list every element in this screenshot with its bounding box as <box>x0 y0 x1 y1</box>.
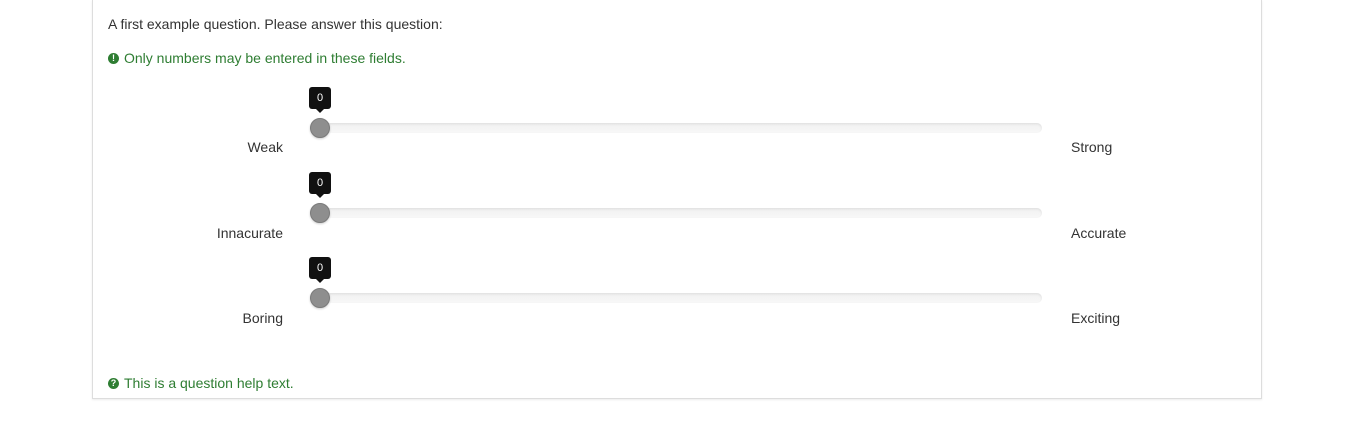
slider-right-label: Exciting <box>1071 310 1121 326</box>
slider-handle[interactable] <box>310 203 330 223</box>
validation-tip: ! Only numbers may be entered in these f… <box>108 50 406 66</box>
slider-left-label: Boring <box>242 310 283 326</box>
slider-handle[interactable] <box>310 288 330 308</box>
validation-tip-text: Only numbers may be entered in these fie… <box>124 50 406 66</box>
slider-right-label: Strong <box>1071 139 1113 155</box>
slider-value-tooltip: 0 <box>309 257 331 283</box>
slider-row-3: Boring 0 Exciting <box>93 254 1261 334</box>
help-tip: ? This is a question help text. <box>108 375 294 391</box>
slider-track[interactable]: 0 <box>309 172 1042 223</box>
slider-right-label: Accurate <box>1071 225 1127 241</box>
question-circle-icon: ? <box>108 377 119 389</box>
slider-row-1: Weak 0 Strong <box>93 84 1261 164</box>
slider-row-2: Innacurate 0 Accurate <box>93 169 1261 249</box>
slider-track[interactable]: 0 <box>309 257 1042 308</box>
question-text: A first example question. Please answer … <box>108 16 443 32</box>
slider-left-label: Innacurate <box>216 225 283 241</box>
slider-value-tooltip: 0 <box>309 87 331 113</box>
slider-value-tooltip: 0 <box>309 172 331 198</box>
question-container: A first example question. Please answer … <box>92 0 1262 399</box>
slider-track[interactable]: 0 <box>309 87 1042 138</box>
exclamation-circle-icon: ! <box>108 52 119 64</box>
slider-left-label: Weak <box>247 139 283 155</box>
help-tip-text: This is a question help text. <box>124 375 294 391</box>
slider-handle[interactable] <box>310 118 330 138</box>
